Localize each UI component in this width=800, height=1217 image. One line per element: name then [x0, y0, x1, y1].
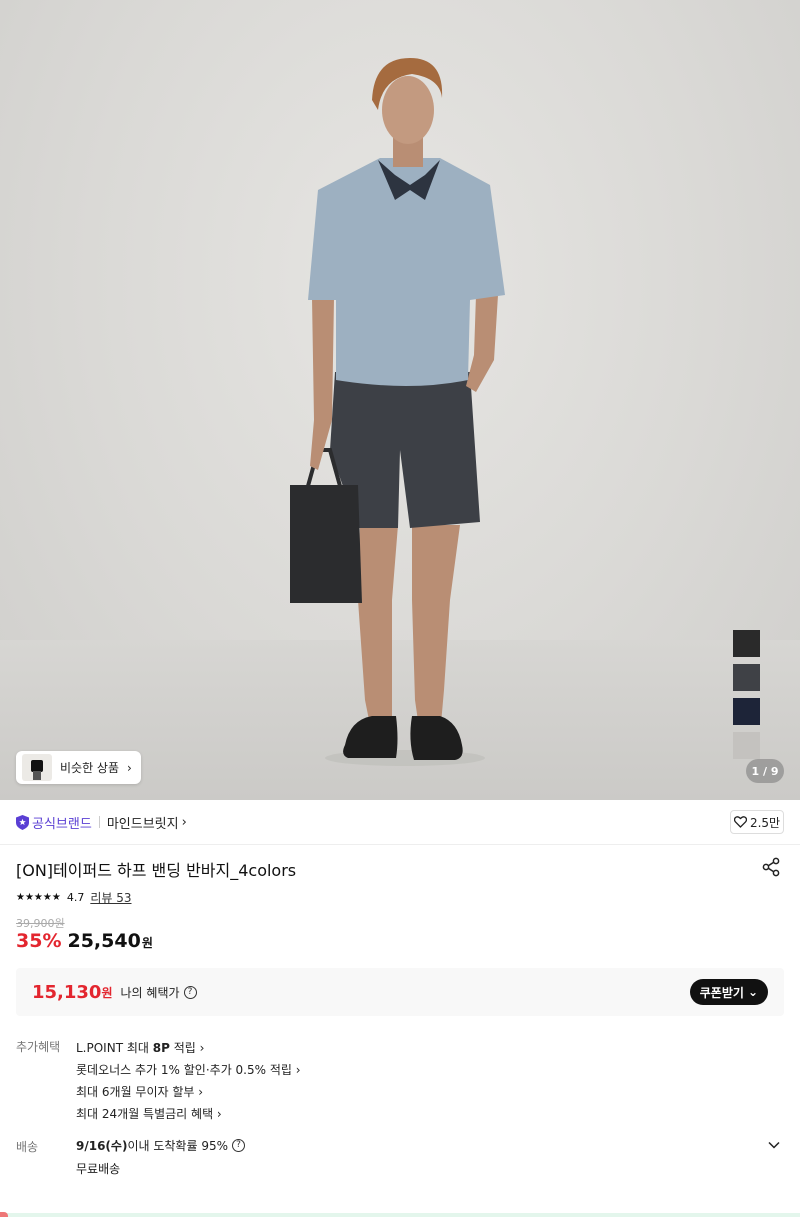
color-swatch-black[interactable]: [733, 630, 760, 657]
brand-separator: [98, 816, 100, 828]
benefit-text: 최대 24개월 특별금리 혜택 ›: [76, 1106, 222, 1121]
image-page-counter: 1 / 9: [746, 759, 784, 783]
original-price: 39,900원: [16, 917, 65, 930]
benefit-label: 나의 혜택가 ?: [121, 984, 197, 1001]
benefit-text: 최대 6개월 무이자 할부 ›: [76, 1084, 204, 1099]
color-swatch-charcoal[interactable]: [733, 664, 760, 691]
shipping-date: 9/16(수): [76, 1138, 128, 1153]
product-image-gallery[interactable]: 비슷한 상품 › 1 / 9: [0, 0, 800, 800]
benefit-text: L.POINT 최대: [76, 1040, 153, 1055]
official-brand-badge: 공식브랜드: [16, 813, 92, 832]
like-button[interactable]: 2.5만: [730, 810, 784, 834]
chevron-down-icon: ⌄: [747, 985, 758, 999]
sale-price: 25,540: [67, 930, 141, 952]
similar-product-thumbnail: [22, 754, 52, 781]
color-swatch-beige[interactable]: [733, 732, 760, 759]
benefit-price-unit: 원: [101, 985, 113, 1000]
extra-benefits-list: L.POINT 최대 8P 적립 › 롯데오너스 추가 1% 할인·추가 0.5…: [76, 1036, 301, 1124]
my-benefit-price-box: 15,130 원 나의 혜택가 ? 쿠폰받기 ⌄: [16, 968, 784, 1016]
similar-products-label: 비슷한 상품: [60, 761, 120, 775]
benefit-text: 롯데오너스 추가 1% 할인·추가 0.5% 적립 ›: [76, 1062, 301, 1077]
chevron-down-icon[interactable]: [766, 1137, 782, 1153]
heart-icon: [733, 816, 747, 828]
benefit-price: 15,130: [32, 981, 102, 1003]
brand-name-link[interactable]: 마인드브릿지 ›: [107, 813, 187, 832]
similar-products-button[interactable]: 비슷한 상품 ›: [16, 751, 141, 784]
benefit-lotte-owners[interactable]: 롯데오너스 추가 1% 할인·추가 0.5% 적립 ›: [76, 1058, 301, 1080]
chevron-right-icon: ›: [181, 814, 187, 830]
benefit-highlight: 8P: [152, 1040, 170, 1055]
shipping-probability: 이내 도착확률 95%: [127, 1138, 228, 1153]
review-count-link[interactable]: 리뷰 53: [90, 889, 131, 906]
chevron-right-icon: ›: [127, 760, 132, 775]
benefit-special-rate[interactable]: 최대 24개월 특별금리 혜택 ›: [76, 1102, 301, 1124]
benefit-label-text: 나의 혜택가: [120, 985, 180, 1000]
discount-rate: 35%: [16, 930, 62, 952]
benefit-text: 적립 ›: [169, 1040, 205, 1055]
extra-benefits-label: 추가혜택: [16, 1040, 61, 1054]
rating-value: 4.7: [66, 891, 85, 904]
get-coupon-button[interactable]: 쿠폰받기 ⌄: [689, 979, 768, 1005]
product-title: [ON]테이퍼드 하프 밴딩 반바지_4colors: [16, 861, 297, 880]
brand-name: 마인드브릿지: [106, 816, 179, 832]
color-swatch-list: [733, 630, 760, 766]
brand-row: 공식브랜드 마인드브릿지 › 2.5만: [16, 808, 784, 836]
like-count: 2.5만: [749, 815, 781, 830]
bottom-indicator: [0, 1212, 8, 1217]
official-shield-icon: [16, 814, 29, 830]
share-icon[interactable]: [761, 857, 781, 877]
price-unit: 원: [141, 936, 153, 950]
benefit-lpoint[interactable]: L.POINT 최대 8P 적립 ›: [76, 1036, 301, 1058]
product-photo: [290, 58, 505, 766]
rating-row: ★★★★★ 4.7 리뷰 53: [16, 889, 132, 906]
bottom-banner-edge: [0, 1213, 800, 1217]
free-shipping-text: 무료배송: [76, 1162, 121, 1176]
shipping-eta: 9/16(수) 이내 도착확률 95% ?: [76, 1136, 245, 1154]
coupon-button-label: 쿠폰받기: [699, 985, 744, 1000]
benefit-installment[interactable]: 최대 6개월 무이자 할부 ›: [76, 1080, 301, 1102]
shipping-label: 배송: [16, 1140, 39, 1154]
help-icon[interactable]: ?: [183, 985, 197, 999]
star-rating-icons: ★★★★★: [16, 892, 61, 903]
help-icon[interactable]: ?: [232, 1138, 245, 1152]
official-brand-label: 공식브랜드: [32, 816, 92, 832]
price-row: 35% 25,540 원: [16, 930, 153, 952]
section-divider: [0, 844, 800, 845]
color-swatch-navy[interactable]: [733, 698, 760, 725]
